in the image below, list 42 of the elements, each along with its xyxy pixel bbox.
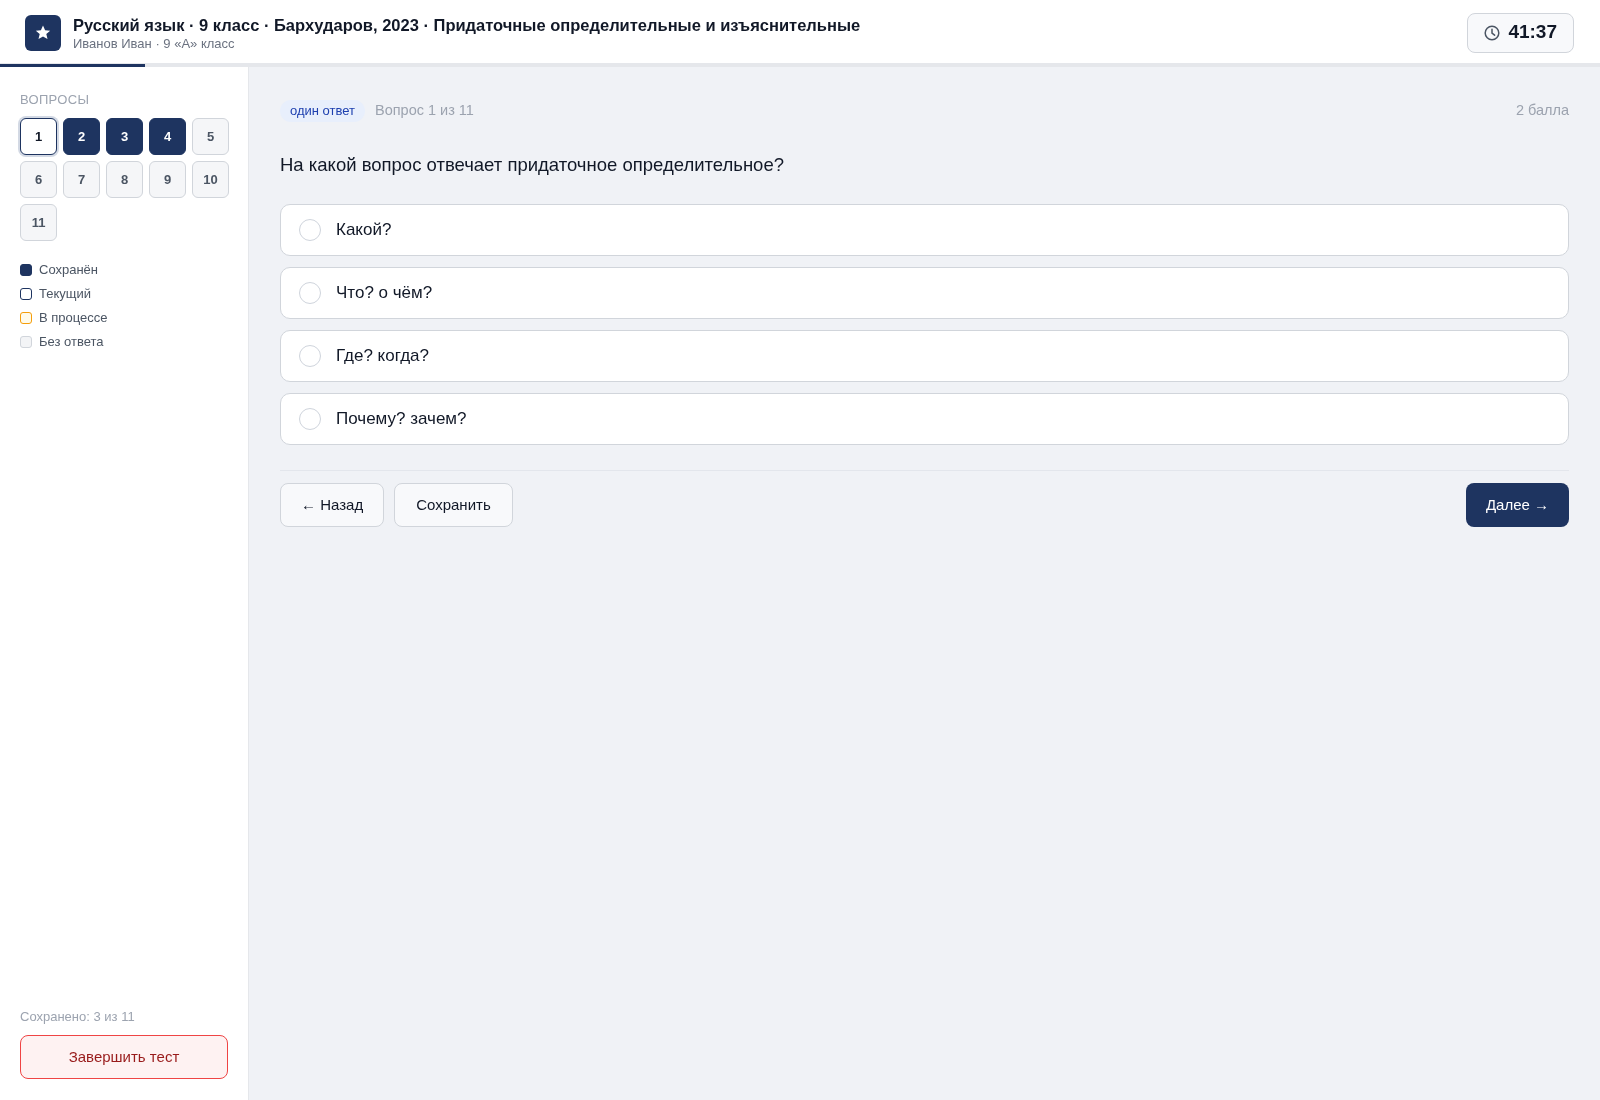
legend-swatch-icon [20,263,32,276]
answer-option[interactable]: Где? когда? [280,330,1569,382]
clock-icon [1484,24,1501,41]
question-number-button[interactable]: 11 [20,204,57,241]
radio-button[interactable] [299,282,321,304]
radio-button[interactable] [299,408,321,430]
student-name: Иванов Иван · 9 «А» класс [73,35,236,52]
test-title: Русский язык · 9 класс · Бархударов, 2023 · Придаточные определительные и изъяснительные [73,14,861,36]
question-number-button[interactable]: 7 [63,161,100,198]
question-number-button[interactable]: 1 [20,118,57,155]
back-button[interactable]: ← Назад [280,483,385,527]
answer-option[interactable]: Почему? зачем? [280,393,1569,445]
legend-swatch-icon [20,287,32,300]
timer-text: 41:37 [1508,20,1557,45]
saved-count-text: Сохранено: 3 из 11 [20,1009,136,1025]
legend-label: В процессе [39,308,108,327]
radio-button[interactable] [299,219,321,241]
question-number-button[interactable]: 2 [63,118,100,155]
points-text: 2 балла [1515,101,1569,121]
answer-type-badge: один ответ [280,100,365,122]
next-button[interactable]: Далее → [1465,483,1569,527]
question-number-button[interactable]: 6 [20,161,57,198]
question-number-button[interactable]: 8 [106,161,143,198]
question-counter: Вопрос 1 из 11 [375,101,474,121]
save-button[interactable]: Сохранить [394,483,513,527]
question-number-button[interactable]: 5 [192,118,229,155]
answer-option[interactable]: Какой? [280,204,1569,256]
radio-button[interactable] [299,345,321,367]
questions-heading: ВОПРОСЫ [20,92,91,108]
legend-label: Сохранён [39,260,99,279]
answer-option[interactable]: Что? о чём? [280,267,1569,319]
star-logo-icon [25,14,61,51]
legend-label: Текущий [39,284,91,303]
question-number-button[interactable]: 4 [149,118,186,155]
question-number-button[interactable]: 3 [106,118,143,155]
question-number-button[interactable]: 9 [149,161,186,198]
question-text: На какой вопрос отвечает придаточное определительное? [280,153,785,177]
legend-label: Без ответа [39,332,104,351]
finish-test-button[interactable]: Завершить тест [20,1035,228,1079]
legend-swatch-icon [20,335,32,348]
legend-swatch-icon [20,311,32,324]
question-number-button[interactable]: 10 [192,161,229,198]
